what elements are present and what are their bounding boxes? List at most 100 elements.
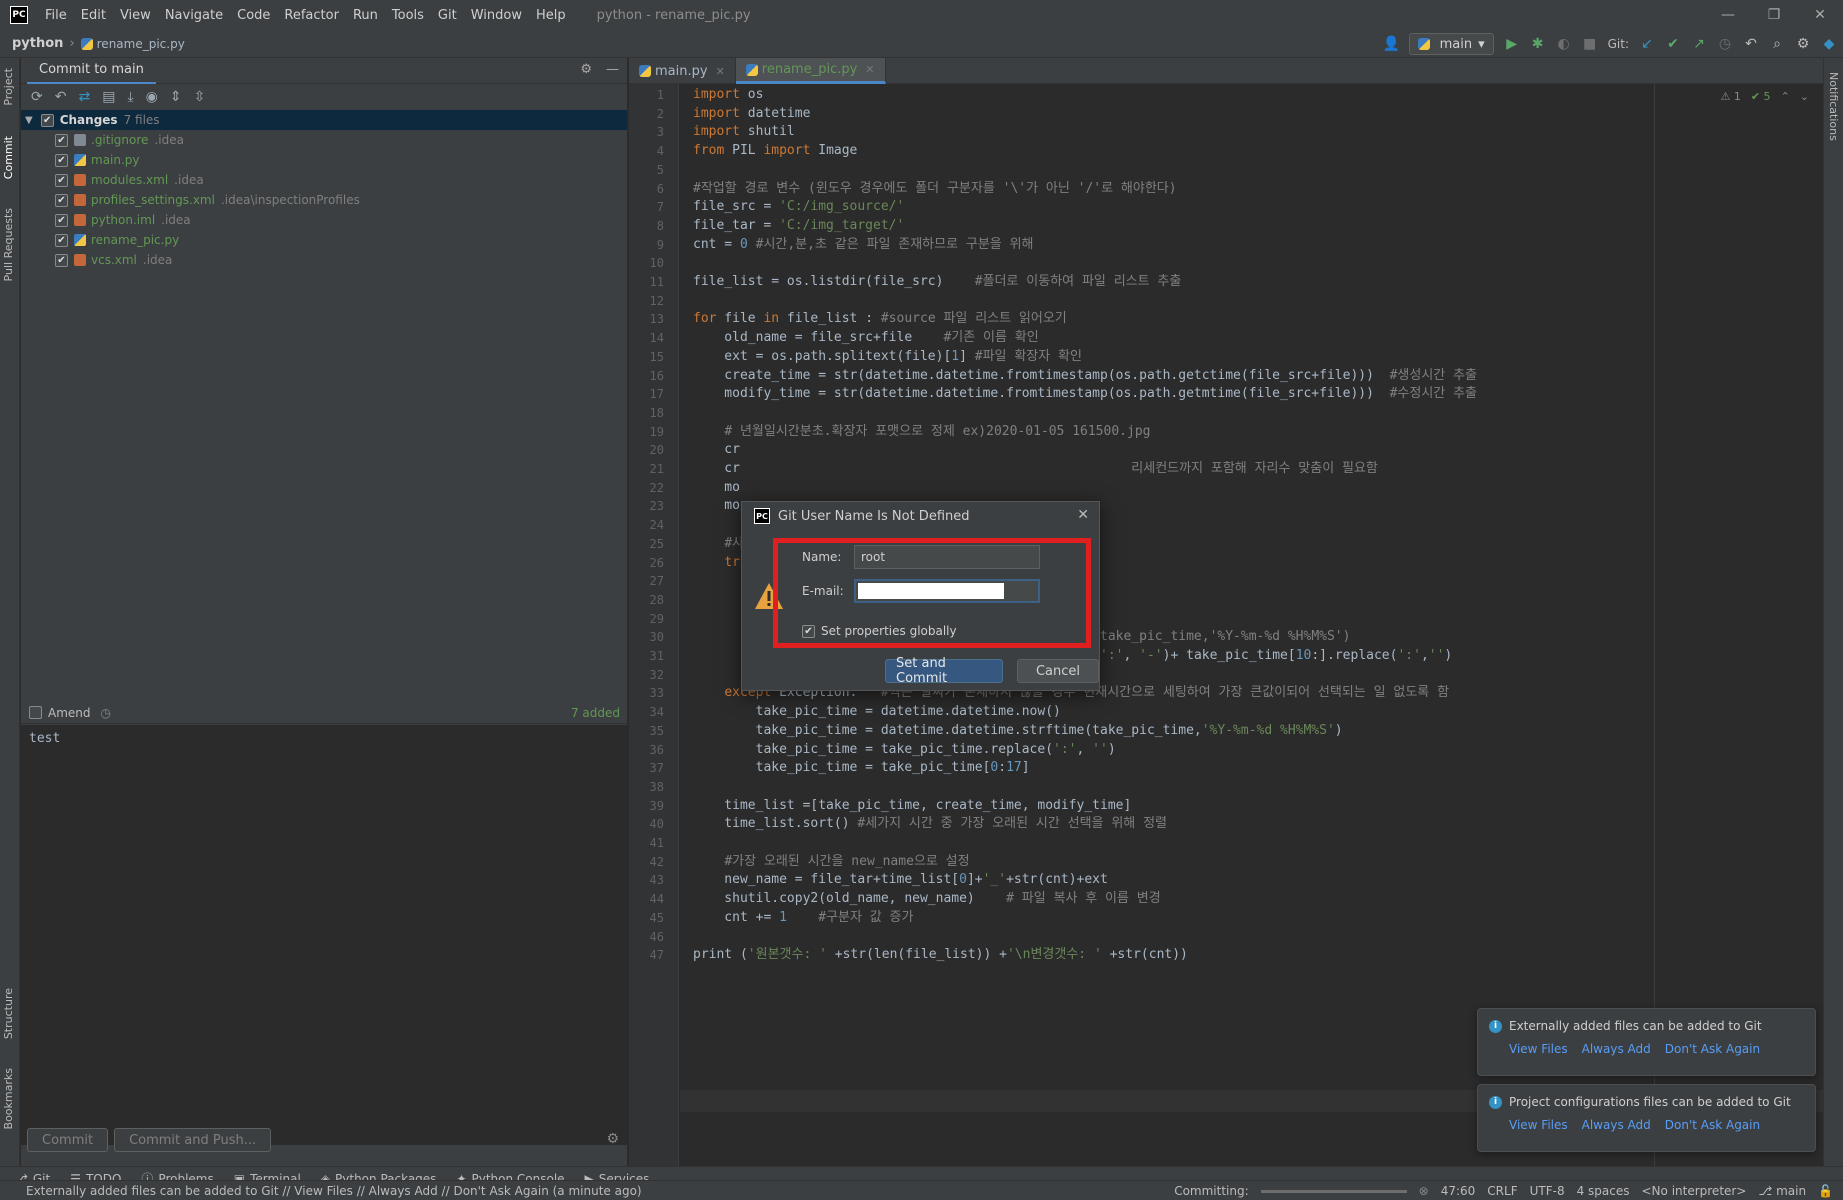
changes-checkbox[interactable]: ✔	[40, 113, 54, 127]
file-row[interactable]: ✔ python.iml .idea	[21, 210, 627, 230]
git-branch-widget[interactable]: ⎇ main	[1758, 1184, 1806, 1198]
cancel-progress-icon[interactable]: ⊗	[1419, 1184, 1429, 1198]
code-line[interactable]: cnt = 0 #시간,분,초 같은 파일 존재하므로 구분을 위해	[693, 234, 1034, 256]
history-icon[interactable]: ◷	[1717, 36, 1733, 52]
amend-label[interactable]: Amend	[48, 706, 91, 720]
file-checkbox[interactable]: ✔	[55, 193, 68, 207]
collapse-all-icon[interactable]: ⇳	[194, 89, 206, 105]
inspection-indicators[interactable]: ⚠ 1 ✔ 5 ⌃ ⌄	[1720, 90, 1809, 103]
email-input[interactable]	[854, 579, 1040, 603]
search-icon[interactable]: ⌕	[1769, 36, 1785, 52]
run-configuration-selector[interactable]: main ▾	[1408, 33, 1494, 55]
maximize-button[interactable]: ❐	[1751, 0, 1797, 30]
view-files-link[interactable]: View Files	[1509, 1118, 1568, 1132]
close-tab-icon[interactable]: ✕	[865, 63, 874, 76]
menu-file[interactable]: File	[38, 8, 74, 23]
menu-view[interactable]: View	[113, 8, 158, 23]
tool-tab-commit[interactable]: Commit	[2, 136, 15, 179]
update-project-icon[interactable]: ↙	[1639, 36, 1655, 52]
code-line[interactable]: file_list = os.listdir(file_src) #폴더로 이동…	[693, 271, 1181, 293]
previous-highlight-icon[interactable]: ⌃	[1781, 90, 1790, 103]
commit-and-push-button[interactable]: Commit and Push...	[114, 1128, 272, 1152]
settings-gear-icon[interactable]: ⚙	[1795, 36, 1811, 52]
status-message[interactable]: Externally added files can be added to G…	[0, 1184, 642, 1198]
tool-tab-project[interactable]: Project	[2, 68, 15, 106]
line-separator[interactable]: CRLF	[1487, 1184, 1517, 1198]
code-line[interactable]: cnt += 1 #구분자 값 증가	[693, 907, 913, 929]
file-row[interactable]: ✔ .gitignore .idea	[21, 130, 627, 150]
eye-icon[interactable]: ◉	[146, 89, 158, 105]
menu-window[interactable]: Window	[464, 8, 529, 23]
set-and-commit-button[interactable]: Set and Commit	[885, 656, 1003, 686]
expand-all-icon[interactable]: ⇕	[170, 89, 182, 105]
file-checkbox[interactable]: ✔	[55, 233, 68, 247]
warning-count[interactable]: ⚠ 1	[1720, 90, 1740, 103]
file-row[interactable]: ✔ main.py	[21, 150, 627, 170]
breadcrumb-file[interactable]: rename_pic.py	[97, 37, 185, 51]
email-input-value[interactable]	[858, 583, 1004, 599]
settings-gear-icon[interactable]: ⚙	[580, 62, 592, 77]
rollback-icon[interactable]: ↶	[55, 89, 67, 105]
close-window-button[interactable]: ✕	[1797, 0, 1843, 30]
code-line[interactable]: time_list.sort() #세가지 시간 중 가장 오래된 시간 선택을…	[693, 813, 1167, 835]
set-globally-label[interactable]: Set properties globally	[821, 624, 957, 638]
menu-run[interactable]: Run	[346, 8, 385, 23]
jetbrains-logo-icon[interactable]: ◆	[1821, 36, 1837, 52]
always-add-link[interactable]: Always Add	[1582, 1118, 1651, 1132]
commit-button[interactable]: Commit	[27, 1128, 109, 1152]
dont-ask-again-link[interactable]: Don't Ask Again	[1665, 1042, 1760, 1056]
menu-edit[interactable]: Edit	[74, 8, 113, 23]
hide-panel-icon[interactable]: —	[606, 62, 619, 77]
tab-main-py[interactable]: main.py ✕	[629, 58, 736, 84]
breadcrumb-project[interactable]: python	[12, 36, 63, 51]
menu-refactor[interactable]: Refactor	[277, 8, 346, 23]
close-tab-icon[interactable]: ✕	[716, 65, 725, 78]
code-line[interactable]: mo	[693, 495, 740, 517]
refresh-icon[interactable]: ⟳	[31, 89, 43, 105]
minimize-button[interactable]: —	[1705, 0, 1751, 30]
show-diff-icon[interactable]: ⇄	[78, 89, 90, 105]
debug-icon[interactable]: ✱	[1530, 36, 1546, 52]
ok-count[interactable]: ✔ 5	[1751, 90, 1771, 103]
menu-code[interactable]: Code	[230, 8, 277, 23]
rollback-icon[interactable]: ↶	[1743, 36, 1759, 52]
tab-rename-pic-py[interactable]: rename_pic.py ✕	[735, 58, 886, 84]
file-encoding[interactable]: UTF-8	[1530, 1184, 1565, 1198]
commit-panel-tab[interactable]: Commit to main	[27, 58, 156, 84]
next-highlight-icon[interactable]: ⌄	[1800, 90, 1809, 103]
settings-gear-icon[interactable]: ⚙	[606, 1131, 619, 1147]
file-row[interactable]: ✔ modules.xml .idea	[21, 170, 627, 190]
indent-setting[interactable]: 4 spaces	[1577, 1184, 1630, 1198]
close-icon[interactable]: ✕	[1077, 507, 1089, 523]
file-row[interactable]: ✔ vcs.xml .idea	[21, 250, 627, 270]
user-icon[interactable]: 👤	[1383, 36, 1400, 52]
download-icon[interactable]: ⤓	[127, 89, 133, 105]
clock-icon[interactable]: ◷	[101, 706, 111, 720]
push-icon[interactable]: ↗	[1691, 36, 1707, 52]
menu-git[interactable]: Git	[431, 8, 464, 23]
commit-message-editor[interactable]: test	[21, 725, 628, 1145]
code-line[interactable]: # 년월일시간분초.확장자 포맷으로 정제 ex)2020-01-05 1615…	[693, 421, 1150, 443]
menu-help[interactable]: Help	[529, 8, 573, 23]
interpreter-setting[interactable]: <No interpreter>	[1642, 1184, 1747, 1198]
tool-tab-pull-requests[interactable]: Pull Requests	[2, 208, 15, 281]
tool-tab-bookmarks[interactable]: Bookmarks	[2, 1068, 15, 1129]
set-globally-checkbox[interactable]: ✔	[802, 624, 815, 638]
coverage-icon[interactable]: ◐	[1556, 36, 1572, 52]
file-checkbox[interactable]: ✔	[55, 253, 68, 267]
chevron-down-icon[interactable]: ▼	[25, 115, 33, 126]
menu-tools[interactable]: Tools	[385, 8, 431, 23]
dont-ask-again-link[interactable]: Don't Ask Again	[1665, 1118, 1760, 1132]
tool-tab-notifications[interactable]: Notifications	[1827, 72, 1840, 141]
view-files-link[interactable]: View Files	[1509, 1042, 1568, 1056]
run-icon[interactable]: ▶	[1504, 36, 1520, 52]
caret-position[interactable]: 47:60	[1441, 1184, 1476, 1198]
changes-group-row[interactable]: ▼ ✔ Changes 7 files	[21, 110, 627, 130]
file-row[interactable]: ✔ rename_pic.py	[21, 230, 627, 250]
menu-navigate[interactable]: Navigate	[158, 8, 230, 23]
stop-icon[interactable]: ■	[1582, 36, 1598, 52]
file-row[interactable]: ✔ profiles_settings.xml .idea\inspection…	[21, 190, 627, 210]
always-add-link[interactable]: Always Add	[1582, 1042, 1651, 1056]
file-checkbox[interactable]: ✔	[55, 173, 68, 187]
shelve-icon[interactable]: ▤	[102, 89, 115, 105]
